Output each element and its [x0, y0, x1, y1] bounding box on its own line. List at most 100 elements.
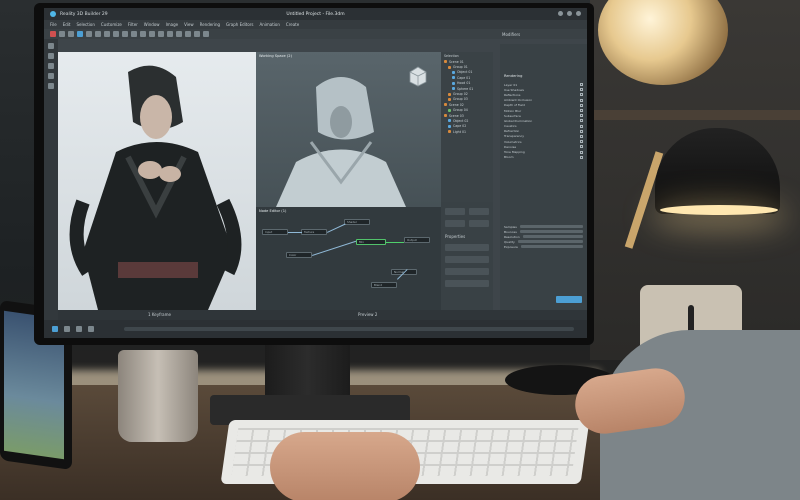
- tool-select-icon[interactable]: [48, 43, 54, 49]
- properties-panel: Properties: [441, 202, 493, 310]
- node-mix[interactable]: Mix: [356, 239, 386, 245]
- snap-icon[interactable]: [113, 31, 119, 37]
- value-slider[interactable]: [520, 245, 583, 248]
- link-icon[interactable]: [176, 31, 182, 37]
- property-row[interactable]: [445, 280, 489, 287]
- node-color[interactable]: Color: [286, 252, 312, 258]
- checkbox[interactable]: [580, 145, 583, 149]
- value-slider[interactable]: [522, 235, 583, 238]
- menu-edit[interactable]: Edit: [63, 22, 71, 27]
- property-button[interactable]: [469, 220, 489, 227]
- camera-icon[interactable]: [131, 31, 137, 37]
- property-row[interactable]: [445, 244, 489, 251]
- light-icon[interactable]: [140, 31, 146, 37]
- menu-file[interactable]: File: [50, 22, 57, 27]
- menu-image[interactable]: Image: [166, 22, 179, 27]
- redo-icon[interactable]: [68, 31, 74, 37]
- render-field[interactable]: Exposure: [500, 244, 587, 249]
- checkbox[interactable]: [580, 134, 583, 138]
- checkbox[interactable]: [580, 93, 583, 97]
- value-slider[interactable]: [519, 230, 583, 233]
- rendering-option[interactable]: Bloom: [500, 155, 587, 160]
- forward-icon[interactable]: [88, 326, 94, 332]
- property-row[interactable]: [445, 256, 489, 263]
- select-icon[interactable]: [77, 31, 83, 37]
- tool-rotate-icon[interactable]: [48, 63, 54, 69]
- value-slider[interactable]: [519, 225, 583, 228]
- node-blend[interactable]: Blend: [371, 282, 397, 288]
- tool-brush-icon[interactable]: [48, 83, 54, 89]
- rotate-icon[interactable]: [95, 31, 101, 37]
- checkbox[interactable]: [580, 155, 583, 159]
- undo-icon[interactable]: [59, 31, 65, 37]
- grid-icon[interactable]: [122, 31, 128, 37]
- object-icon: [452, 81, 455, 85]
- render-settings-fields: Samples Bounces Resolution Quality Expos…: [500, 224, 587, 249]
- render-viewport[interactable]: [58, 52, 256, 310]
- checkbox[interactable]: [580, 88, 583, 92]
- menu-create[interactable]: Create: [286, 22, 299, 27]
- checkbox[interactable]: [580, 129, 583, 133]
- view-cube-icon[interactable]: [406, 64, 430, 88]
- checkbox[interactable]: [580, 140, 583, 144]
- property-button[interactable]: [469, 208, 489, 215]
- maximize-icon[interactable]: [567, 11, 572, 16]
- checkbox[interactable]: [580, 150, 583, 154]
- settings-icon[interactable]: [203, 31, 209, 37]
- object-icon: [452, 70, 455, 74]
- document-title: Untitled Project - File.3dm: [286, 11, 345, 17]
- modifiers-label: Modifiers: [502, 32, 521, 37]
- status-row: 1 Keyframe Preview 2: [58, 310, 587, 320]
- menu-selection[interactable]: Selection: [76, 22, 94, 27]
- minimize-icon[interactable]: [558, 11, 563, 16]
- property-button[interactable]: [445, 220, 465, 227]
- layers-icon[interactable]: [167, 31, 173, 37]
- menu-filter[interactable]: Filter: [128, 22, 138, 27]
- checkbox[interactable]: [580, 114, 583, 118]
- node-wire: [386, 242, 404, 243]
- property-row[interactable]: [445, 268, 489, 275]
- render-icon[interactable]: [158, 31, 164, 37]
- checkbox[interactable]: [580, 83, 583, 87]
- play-icon[interactable]: [52, 326, 58, 332]
- render-button[interactable]: [556, 296, 582, 303]
- node-output[interactable]: Output: [404, 237, 430, 243]
- curve-icon[interactable]: [185, 31, 191, 37]
- menu-animation[interactable]: Animation: [260, 22, 280, 27]
- menu-window[interactable]: Window: [144, 22, 160, 27]
- value-slider[interactable]: [517, 240, 583, 243]
- property-button[interactable]: [445, 208, 465, 215]
- outliner-item[interactable]: Light 01: [441, 129, 493, 134]
- selection-title: Selection: [444, 53, 459, 58]
- menu-graph-editors[interactable]: Graph Editors: [226, 22, 253, 27]
- move-icon[interactable]: [86, 31, 92, 37]
- object-icon: [448, 119, 451, 123]
- checkbox[interactable]: [580, 119, 583, 123]
- tool-scale-icon[interactable]: [48, 73, 54, 79]
- menu-rendering[interactable]: Rendering: [200, 22, 220, 27]
- node-shader[interactable]: Shader: [344, 219, 370, 225]
- outliner-header: Selection: [441, 52, 493, 59]
- timeline-track[interactable]: [124, 327, 574, 331]
- scale-icon[interactable]: [104, 31, 110, 37]
- checkbox[interactable]: [580, 124, 583, 128]
- main-toolbar: Modifiers: [44, 29, 587, 39]
- tool-move-icon[interactable]: [48, 53, 54, 59]
- window-controls: [558, 11, 581, 16]
- checkbox[interactable]: [580, 109, 583, 113]
- node-texture[interactable]: Texture: [301, 229, 327, 235]
- record-icon[interactable]: [50, 31, 56, 37]
- menu-view[interactable]: View: [184, 22, 194, 27]
- node-editor[interactable]: Node Editor (1) Input Texture Shader Mix…: [256, 207, 441, 310]
- node-input[interactable]: Input: [262, 229, 288, 235]
- working-space-viewport[interactable]: Working Space (2): [256, 52, 441, 207]
- checkbox[interactable]: [580, 103, 583, 107]
- menu-customize[interactable]: Customize: [101, 22, 122, 27]
- material-icon[interactable]: [149, 31, 155, 37]
- close-icon[interactable]: [576, 11, 581, 16]
- rewind-icon[interactable]: [76, 326, 82, 332]
- folder-icon: [448, 65, 451, 69]
- checkbox[interactable]: [580, 98, 583, 102]
- stop-icon[interactable]: [64, 326, 70, 332]
- text-icon[interactable]: [194, 31, 200, 37]
